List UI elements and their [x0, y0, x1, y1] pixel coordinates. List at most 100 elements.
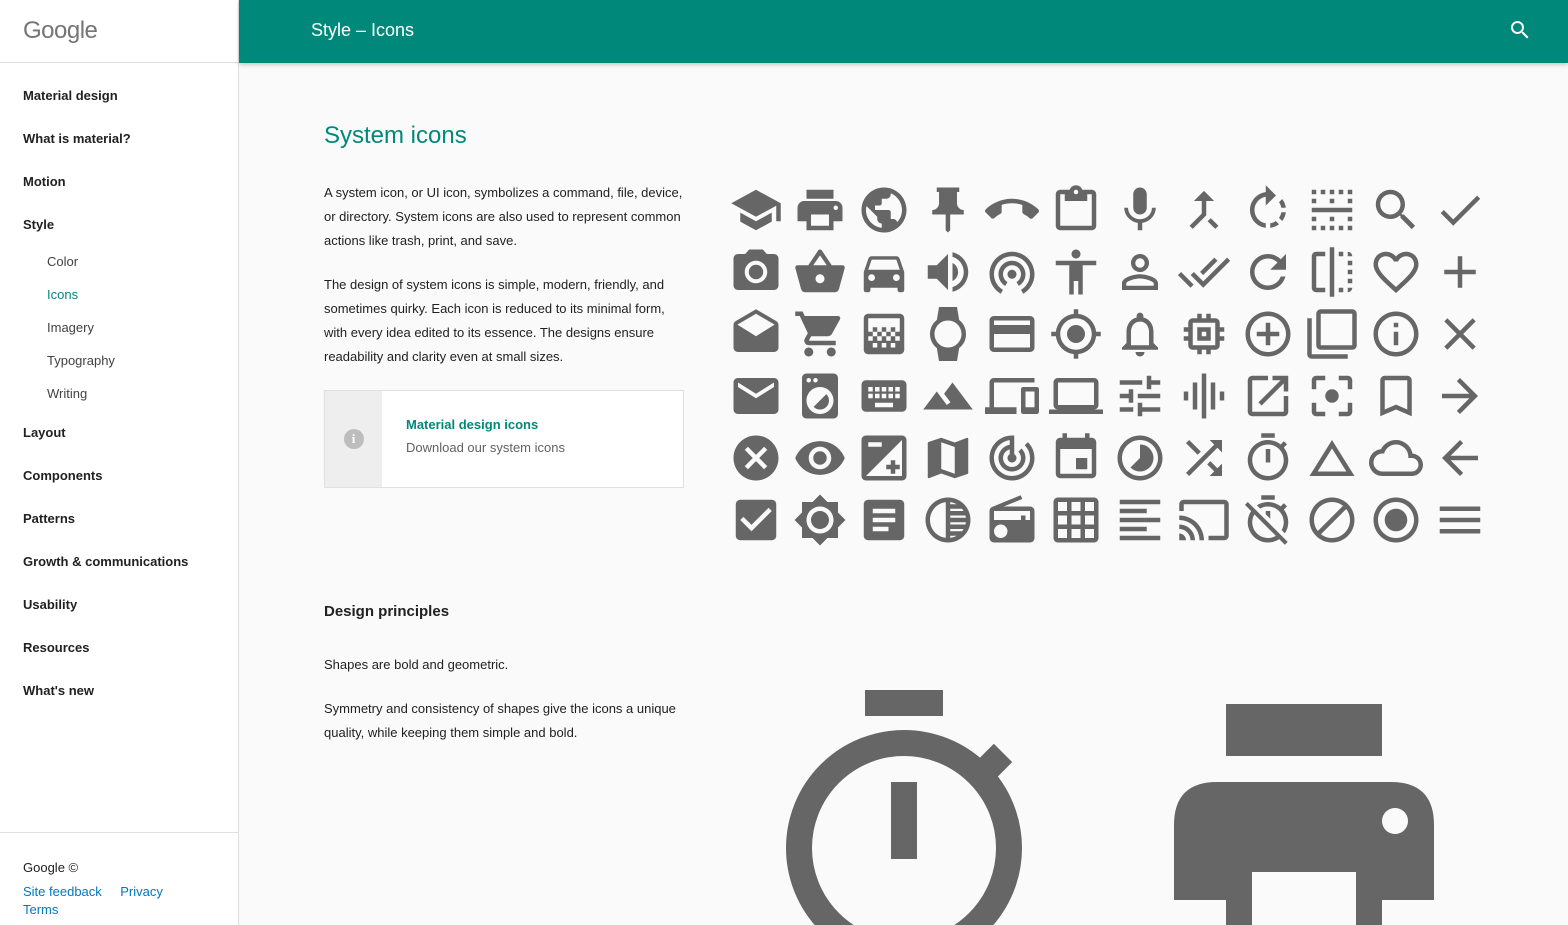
info-icon: i: [343, 429, 364, 449]
arrow-forward-icon: [1428, 365, 1492, 427]
laptop-icon: [1044, 365, 1108, 427]
nav-item-material-design[interactable]: Material design: [0, 85, 238, 128]
event-icon: [1044, 427, 1108, 489]
page-breadcrumb-title: Style – Icons: [311, 20, 415, 40]
nav-sub-writing[interactable]: Writing: [0, 384, 238, 422]
timelapse-icon: [1108, 427, 1172, 489]
credit-card-icon: [980, 303, 1044, 365]
block-icon: [1300, 489, 1364, 551]
grid-on-icon: [1044, 489, 1108, 551]
nav-item-motion[interactable]: Motion: [0, 171, 238, 214]
card-subtitle: Download our system icons: [406, 440, 565, 455]
google-logo[interactable]: Google: [23, 17, 98, 45]
nav-sub-imagery[interactable]: Imagery: [0, 318, 238, 351]
cast-icon: [1172, 489, 1236, 551]
drafts-icon: [724, 303, 788, 365]
memory-icon: [1172, 303, 1236, 365]
arrow-back-icon: [1428, 427, 1492, 489]
printer-large-icon: [1174, 704, 1434, 925]
keyboard-icon: [852, 365, 916, 427]
info-outline-icon: [1364, 303, 1428, 365]
brightness-icon: [788, 489, 852, 551]
car-icon: [852, 241, 916, 303]
shuffle-icon: [1172, 427, 1236, 489]
rotate-right-icon: [1236, 179, 1300, 241]
border-horizontal-icon: [1300, 179, 1364, 241]
mic-icon: [1108, 179, 1172, 241]
assignment-icon: [1044, 179, 1108, 241]
wifi-tethering-icon: [980, 241, 1044, 303]
accessibility-icon: [1044, 241, 1108, 303]
call-end-icon: [980, 179, 1044, 241]
open-in-new-icon: [1236, 365, 1300, 427]
nav-item-layout[interactable]: Layout: [0, 422, 238, 465]
refresh-icon: [1236, 241, 1300, 303]
nav-sub-typography[interactable]: Typography: [0, 351, 238, 384]
nav-sub-color[interactable]: Color: [0, 252, 238, 285]
radio-button-checked-icon: [1364, 489, 1428, 551]
page-title: System icons: [324, 122, 467, 149]
nav-item-what-is-material[interactable]: What is material?: [0, 128, 238, 171]
exposure-icon: [852, 427, 916, 489]
cloud-queue-icon: [1364, 427, 1428, 489]
sidebar-footer: Google © Site feedback Privacy Terms: [0, 832, 238, 919]
flip-icon: [1300, 241, 1364, 303]
sidebar-nav: Material design What is material? Motion…: [0, 63, 238, 723]
search-icon: [1364, 179, 1428, 241]
site-feedback-link[interactable]: Site feedback: [23, 884, 102, 899]
local-laundry-icon: [788, 365, 852, 427]
school-icon: [724, 179, 788, 241]
gps-fixed-icon: [1044, 303, 1108, 365]
section-title-design-principles: Design principles: [324, 603, 450, 620]
format-align-left-icon: [1108, 489, 1172, 551]
email-icon: [724, 365, 788, 427]
nav-item-style[interactable]: Style: [0, 214, 238, 252]
bookmark-border-icon: [1364, 365, 1428, 427]
shopping-basket-icon: [788, 241, 852, 303]
nav-sub-icons[interactable]: Icons: [0, 285, 238, 318]
map-icon: [916, 427, 980, 489]
design-paragraph: The design of system icons is simple, mo…: [324, 277, 665, 364]
menu-icon: [1428, 489, 1492, 551]
person-outline-icon: [1108, 241, 1172, 303]
gradient-icon: [852, 303, 916, 365]
nav-item-growth[interactable]: Growth & communications: [0, 551, 238, 594]
public-icon: [852, 179, 916, 241]
radio-icon: [980, 489, 1044, 551]
shopping-cart-icon: [788, 303, 852, 365]
notifications-none-icon: [1108, 303, 1172, 365]
nav-item-resources[interactable]: Resources: [0, 637, 238, 680]
copyright: Google ©: [23, 860, 79, 875]
filter-none-icon: [1300, 303, 1364, 365]
volume-up-icon: [916, 241, 980, 303]
principle-paragraph-2: Symmetry and consistency of shapes give …: [324, 701, 676, 740]
stopwatch-large-icon: [786, 690, 1022, 925]
center-focus-icon: [1300, 365, 1364, 427]
top-app-bar: Style – Icons: [239, 0, 1568, 63]
nav-item-patterns[interactable]: Patterns: [0, 508, 238, 551]
nav-item-usability[interactable]: Usability: [0, 594, 238, 637]
nav-item-whats-new[interactable]: What's new: [0, 680, 238, 723]
landscape-icon: [916, 365, 980, 427]
check-box-icon: [724, 489, 788, 551]
devices-icon: [980, 365, 1044, 427]
terms-link[interactable]: Terms: [23, 902, 58, 917]
done-all-icon: [1172, 241, 1236, 303]
favorite-border-icon: [1364, 241, 1428, 303]
call-merge-icon: [1172, 179, 1236, 241]
add-icon: [1428, 241, 1492, 303]
card-title[interactable]: Material design icons: [406, 417, 565, 432]
material-icons-card[interactable]: i Material design icons Download our sys…: [324, 390, 684, 488]
change-history-icon: [1300, 427, 1364, 489]
logo-bar: Google: [0, 0, 238, 63]
timer-icon: [1236, 427, 1300, 489]
nav-item-components[interactable]: Components: [0, 465, 238, 508]
push-pin-icon: [916, 179, 980, 241]
footer-links: Site feedback Privacy Terms: [23, 883, 215, 919]
search-icon[interactable]: [1508, 18, 1532, 42]
watch-icon: [916, 303, 980, 365]
check-icon: [1428, 179, 1492, 241]
close-icon: [1428, 303, 1492, 365]
privacy-link[interactable]: Privacy: [120, 884, 163, 899]
principle-paragraph-1: Shapes are bold and geometric.: [324, 657, 509, 672]
